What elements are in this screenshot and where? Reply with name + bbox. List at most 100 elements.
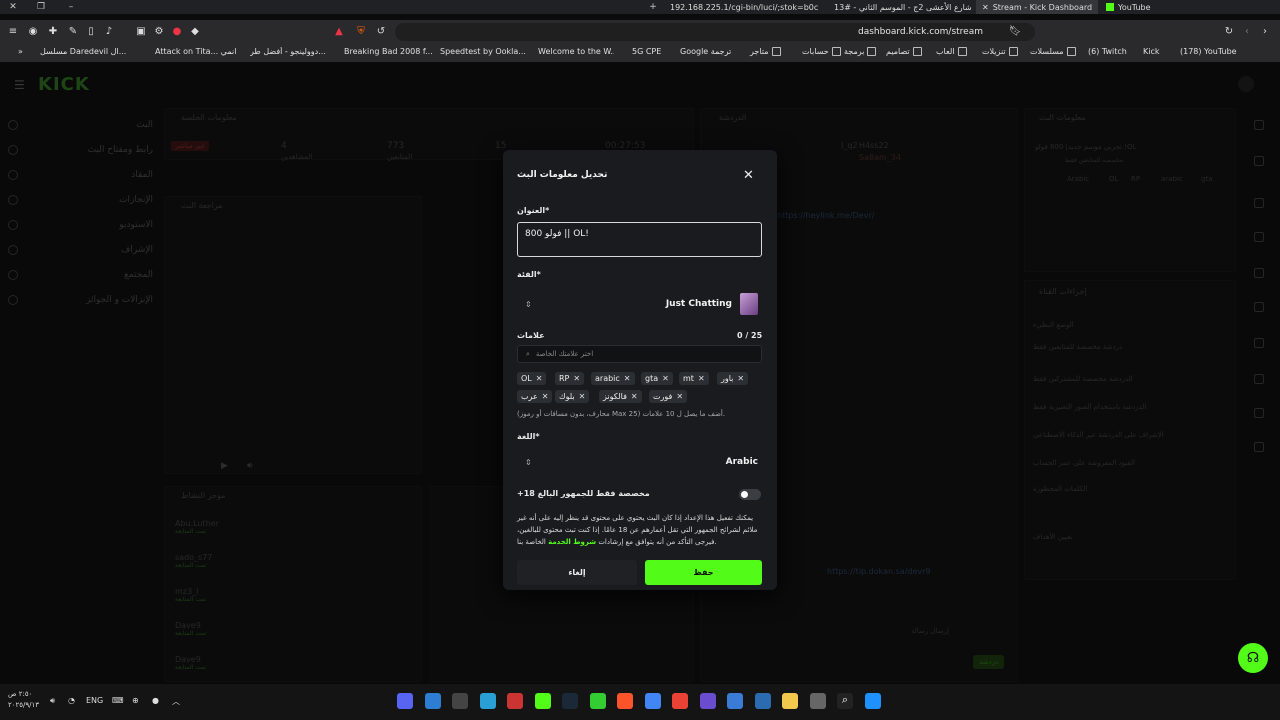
tag-chip[interactable]: RP ✕: [555, 372, 585, 385]
volume-icon[interactable]: 🔊︎: [50, 696, 55, 706]
remove-tag-icon[interactable]: ✕: [573, 374, 580, 383]
adult-audience-toggle[interactable]: [739, 489, 761, 500]
shield-icon[interactable]: ◉: [26, 24, 40, 38]
minimize-window-icon[interactable]: –: [62, 0, 80, 14]
bookmark[interactable]: Speedtest by Ookla...: [440, 47, 528, 56]
wifi-icon[interactable]: ◔: [68, 696, 75, 705]
remove-tag-icon[interactable]: ✕: [676, 392, 683, 401]
address-bar[interactable]: dashboard.kick.com/stream: [395, 23, 1035, 41]
close-icon[interactable]: ✕: [743, 168, 754, 183]
new-tab-icon[interactable]: +: [644, 0, 662, 14]
restore-window-icon[interactable]: ❐: [32, 0, 50, 14]
bookmark-folder[interactable]: تصاميم: [886, 47, 922, 56]
language-select[interactable]: ⇕ Arabic: [517, 449, 762, 475]
music-icon[interactable]: ♪: [102, 24, 116, 38]
cancel-button[interactable]: إلغاء: [517, 560, 637, 585]
close-tab-icon[interactable]: ✕: [982, 3, 989, 12]
pin-icon[interactable]: ✎: [66, 24, 80, 38]
bookmark[interactable]: (178) YouTube: [1180, 47, 1237, 56]
file-explorer-icon[interactable]: [782, 693, 798, 709]
sidebar-icon[interactable]: ▯: [84, 24, 98, 38]
stream-title-input[interactable]: فولو 800 || OL!: [517, 222, 762, 257]
bookmark[interactable]: Welcome to the W...: [538, 47, 614, 56]
menu-icon[interactable]: ≡: [6, 24, 20, 38]
category-select[interactable]: ⇕ Just Chatting: [517, 291, 762, 317]
app-icon[interactable]: [727, 693, 743, 709]
search-icon[interactable]: ⌕: [837, 693, 853, 709]
notes-icon[interactable]: [480, 693, 496, 709]
remove-tag-icon[interactable]: ✕: [542, 392, 549, 401]
steam-icon[interactable]: [562, 693, 578, 709]
system-clock[interactable]: ٢:٥٠ ص ٢٠٢٥/٩/١٣: [8, 689, 44, 711]
tab-youtube[interactable]: YouTube: [1100, 0, 1157, 14]
tag-chip[interactable]: arabic ✕: [591, 372, 635, 385]
rewards-icon[interactable]: ▲: [332, 24, 346, 38]
terms-of-service-link[interactable]: شروط الخدمة: [548, 538, 596, 546]
remove-tag-icon[interactable]: ✕: [579, 392, 586, 401]
tag-chip[interactable]: فورت ✕: [649, 390, 688, 403]
bookmark[interactable]: Kick: [1143, 47, 1160, 56]
tag-chip[interactable]: بلوك ✕: [555, 390, 590, 403]
bookmarks-overflow-icon[interactable]: »: [18, 47, 23, 56]
bookmark[interactable]: مسلسل Daredevil ال...: [40, 47, 132, 56]
network-icon[interactable]: ⊕: [132, 696, 139, 705]
mail-icon[interactable]: [425, 693, 441, 709]
brave-shield-icon[interactable]: ⛨: [354, 24, 368, 38]
windows-start-icon[interactable]: [865, 693, 881, 709]
bookmark-folder[interactable]: العاب: [936, 47, 967, 56]
tab-series[interactable]: شارع الأعشى 2ج - الموسم الثاني - #13: [828, 0, 978, 14]
tab-router[interactable]: 192.168.225.1/cgi-bin/luci/;stok=b0c: [664, 0, 824, 14]
remove-tag-icon[interactable]: ✕: [624, 374, 631, 383]
screenshot-icon[interactable]: ▣: [134, 24, 148, 38]
task-view-icon[interactable]: [810, 693, 826, 709]
back-icon[interactable]: ›: [1258, 24, 1272, 38]
bookmark-folder[interactable]: برمجة: [844, 47, 877, 56]
tab-kick-dashboard[interactable]: ✕ Stream - Kick Dashboard: [976, 0, 1099, 14]
keyboard-icon[interactable]: ⌨: [112, 696, 124, 705]
remove-tag-icon[interactable]: ✕: [737, 374, 744, 383]
bookmark-folder[interactable]: حسابات: [802, 47, 841, 56]
obs-icon[interactable]: [452, 693, 468, 709]
tags-search-input[interactable]: ⌕ اختر علامتك الخاصة: [517, 345, 762, 363]
diamond-icon[interactable]: ◆: [188, 24, 202, 38]
settings-icon[interactable]: ⚙: [152, 24, 166, 38]
tag-chip[interactable]: OL ✕: [517, 372, 547, 385]
tray-overflow-icon[interactable]: ︿: [172, 696, 180, 707]
support-headset-icon[interactable]: ☊: [1238, 643, 1268, 673]
bookmark[interactable]: Attack on Tita... انمي: [155, 47, 237, 56]
bookmark[interactable]: (6) Twitch: [1088, 47, 1127, 56]
tag-chip[interactable]: فالكونز ✕: [599, 390, 642, 403]
tag-chip[interactable]: باور ✕: [717, 372, 749, 385]
extension-icon[interactable]: ✚: [46, 24, 60, 38]
discord-icon[interactable]: [397, 693, 413, 709]
chrome-icon[interactable]: [645, 693, 661, 709]
xbox-icon[interactable]: [590, 693, 606, 709]
mic-icon[interactable]: ●: [152, 696, 159, 705]
tag-chip[interactable]: mt ✕: [679, 372, 709, 385]
bookmark[interactable]: Breaking Bad 2008 f...: [344, 47, 432, 56]
remove-tag-icon[interactable]: ✕: [536, 374, 543, 383]
tag-chip[interactable]: gta ✕: [641, 372, 673, 385]
bookmark[interactable]: 5G CPE: [632, 47, 668, 56]
kick-app-icon[interactable]: [535, 693, 551, 709]
back-arrow-icon[interactable]: ↺: [374, 24, 388, 38]
bookmark-folder[interactable]: تنزيلات: [982, 47, 1018, 56]
bookmark-folder[interactable]: مسلسلات: [1030, 47, 1076, 56]
bookmark-icon[interactable]: 🔖︎: [1008, 24, 1022, 38]
close-window-icon[interactable]: ✕: [4, 0, 22, 14]
reload-icon[interactable]: ↻: [1222, 24, 1236, 38]
vpn-icon[interactable]: [700, 693, 716, 709]
remove-tag-icon[interactable]: ✕: [662, 374, 669, 383]
tag-chip[interactable]: عرب ✕: [517, 390, 553, 403]
remove-tag-icon[interactable]: ✕: [698, 374, 705, 383]
meter-icon[interactable]: [507, 693, 523, 709]
brave-icon[interactable]: [617, 693, 633, 709]
save-button[interactable]: حفظ: [645, 560, 762, 585]
edge-icon[interactable]: [755, 693, 771, 709]
bookmark-folder[interactable]: متاجر: [750, 47, 781, 56]
bookmark[interactable]: دوولينجو - أفضل طر...: [250, 47, 338, 56]
record-icon[interactable]: ●: [170, 24, 184, 38]
remove-tag-icon[interactable]: ✕: [631, 392, 638, 401]
forward-icon[interactable]: ‹: [1240, 24, 1254, 38]
chrome-alt-icon[interactable]: [672, 693, 688, 709]
